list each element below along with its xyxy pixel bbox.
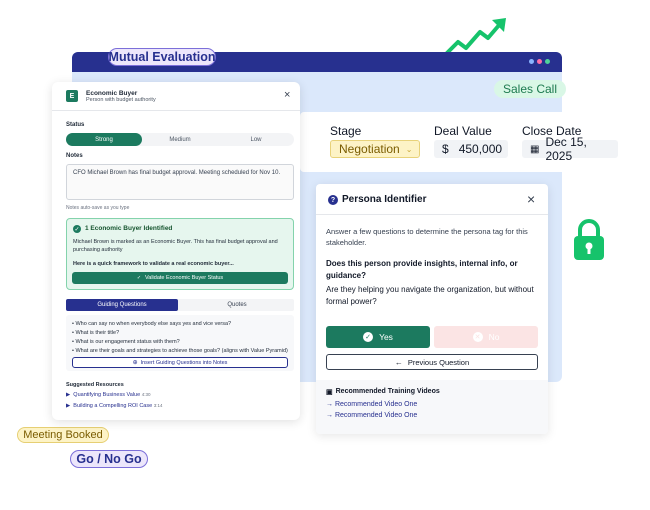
- training-section: ▣ Recommended Training Videos → Recommen…: [316, 380, 548, 434]
- training-header: ▣ Recommended Training Videos: [326, 388, 440, 396]
- economic-buyer-badge: E: [66, 90, 78, 102]
- persona-intro: Answer a few questions to determine the …: [326, 227, 528, 247]
- go-no-go-pill: Go / No Go: [70, 450, 148, 468]
- close-date-field[interactable]: ▦ Dec 15, 2025: [522, 135, 618, 163]
- status-medium-button[interactable]: Medium: [142, 133, 218, 146]
- economic-buyer-panel: E Economic Buyer Person with budget auth…: [52, 82, 300, 420]
- identified-text: Michael Brown is marked as an Economic B…: [73, 239, 278, 253]
- divider: [316, 214, 548, 215]
- previous-question-button[interactable]: ← Previous Question: [326, 354, 538, 370]
- arrow-left-icon: ←: [394, 357, 403, 367]
- check-icon: ✓: [136, 275, 142, 281]
- close-date-value: Dec 15, 2025: [545, 135, 587, 163]
- autosave-hint: Notes auto-save as you type: [66, 205, 130, 211]
- plus-circle-icon: ⊕: [132, 360, 138, 366]
- calendar-icon: ▦: [530, 143, 540, 155]
- questions-box: • Who can say no when everybody else say…: [66, 315, 294, 371]
- divider: [52, 110, 300, 111]
- notes-label: Notes: [66, 153, 83, 159]
- buyer-identified-box: ✓ 1 Economic Buyer Identified Michael Br…: [66, 218, 294, 290]
- validate-button-label: Validate Economic Buyer Status: [145, 275, 224, 281]
- window-dot-pink: [537, 59, 542, 64]
- lock-icon: [574, 219, 604, 260]
- list-item: • Who can say no when everybody else say…: [72, 321, 232, 327]
- stage-value: Negotiation: [339, 142, 400, 156]
- deal-value-field[interactable]: $ 450,000: [434, 140, 508, 158]
- tab-quotes[interactable]: Quotes: [180, 299, 294, 311]
- list-item: • What are their goals and strategies to…: [72, 348, 288, 354]
- currency-symbol: $: [442, 142, 449, 156]
- yes-button-label: Yes: [379, 332, 393, 342]
- deal-summary-card: Stage Negotiation ⌄ Deal Value $ 450,000…: [300, 112, 630, 172]
- mutual-evaluation-pill: Mutual Evaluation: [108, 48, 216, 66]
- identified-title: 1 Economic Buyer Identified: [85, 225, 173, 232]
- play-icon: ▶: [66, 403, 71, 409]
- deal-value-amount: 450,000: [458, 142, 503, 156]
- video-link[interactable]: → Recommended Video One: [326, 412, 417, 419]
- notes-textarea[interactable]: CFO Michael Brown has final budget appro…: [66, 164, 294, 200]
- validate-button[interactable]: ✓ Validate Economic Buyer Status: [72, 272, 288, 284]
- resource-link[interactable]: ▶ Building a Compelling ROI Case 3:14: [66, 403, 162, 409]
- tab-guiding-questions[interactable]: Guiding Questions: [66, 299, 178, 311]
- previous-button-label: Previous Question: [407, 357, 470, 367]
- insert-questions-button[interactable]: ⊕ Insert Guiding Questions into Notes: [72, 357, 288, 368]
- window-dot-blue: [529, 59, 534, 64]
- check-circle-icon: ✓: [73, 225, 81, 233]
- status-label: Status: [66, 122, 85, 128]
- panel-title: Economic Buyer: [86, 90, 138, 97]
- play-icon: ▶: [66, 392, 71, 398]
- list-item: • What is our engagement status with the…: [72, 339, 180, 345]
- chevron-down-icon: ⌄: [405, 144, 413, 154]
- window-dot-green: [545, 59, 550, 64]
- insert-button-label: Insert Guiding Questions into Notes: [140, 359, 228, 366]
- no-button-label: No: [488, 332, 500, 342]
- list-item: • What is their title?: [72, 330, 120, 336]
- sales-call-pill: Sales Call: [494, 80, 566, 98]
- status-low-button[interactable]: Low: [218, 133, 294, 146]
- status-strong-button[interactable]: Strong: [66, 133, 142, 146]
- yes-button[interactable]: ✓ Yes: [326, 326, 430, 348]
- stage-dropdown[interactable]: Negotiation ⌄: [330, 140, 420, 158]
- persona-identifier-panel: ? Persona Identifier × Answer a few ques…: [316, 184, 548, 434]
- video-link[interactable]: → Recommended Video One: [326, 401, 417, 408]
- persona-subquestion: Are they helping you navigate the organi…: [326, 285, 534, 306]
- panel-subtitle: Person with budget authority: [86, 97, 156, 103]
- persona-title: Persona Identifier: [342, 194, 427, 205]
- resource-link[interactable]: ▶ Quantifying Business Value 4:30: [66, 392, 150, 398]
- notes-text: CFO Michael Brown has final budget appro…: [73, 170, 281, 176]
- check-circle-icon: ✓: [363, 332, 374, 342]
- meeting-booked-pill: Meeting Booked: [17, 427, 109, 443]
- video-icon: ▣: [326, 389, 333, 396]
- persona-question: Does this person provide insights, inter…: [326, 259, 518, 280]
- no-button[interactable]: ✕ No: [434, 326, 538, 348]
- framework-text: Here is a quick framework to validate a …: [73, 261, 234, 267]
- deal-value-label: Deal Value: [434, 124, 492, 138]
- resources-label: Suggested Resources: [66, 382, 124, 388]
- help-icon: ?: [328, 195, 338, 205]
- x-circle-icon: ✕: [472, 332, 483, 342]
- stage-label: Stage: [330, 124, 362, 138]
- close-icon[interactable]: ×: [527, 191, 535, 207]
- close-icon[interactable]: ×: [284, 89, 290, 101]
